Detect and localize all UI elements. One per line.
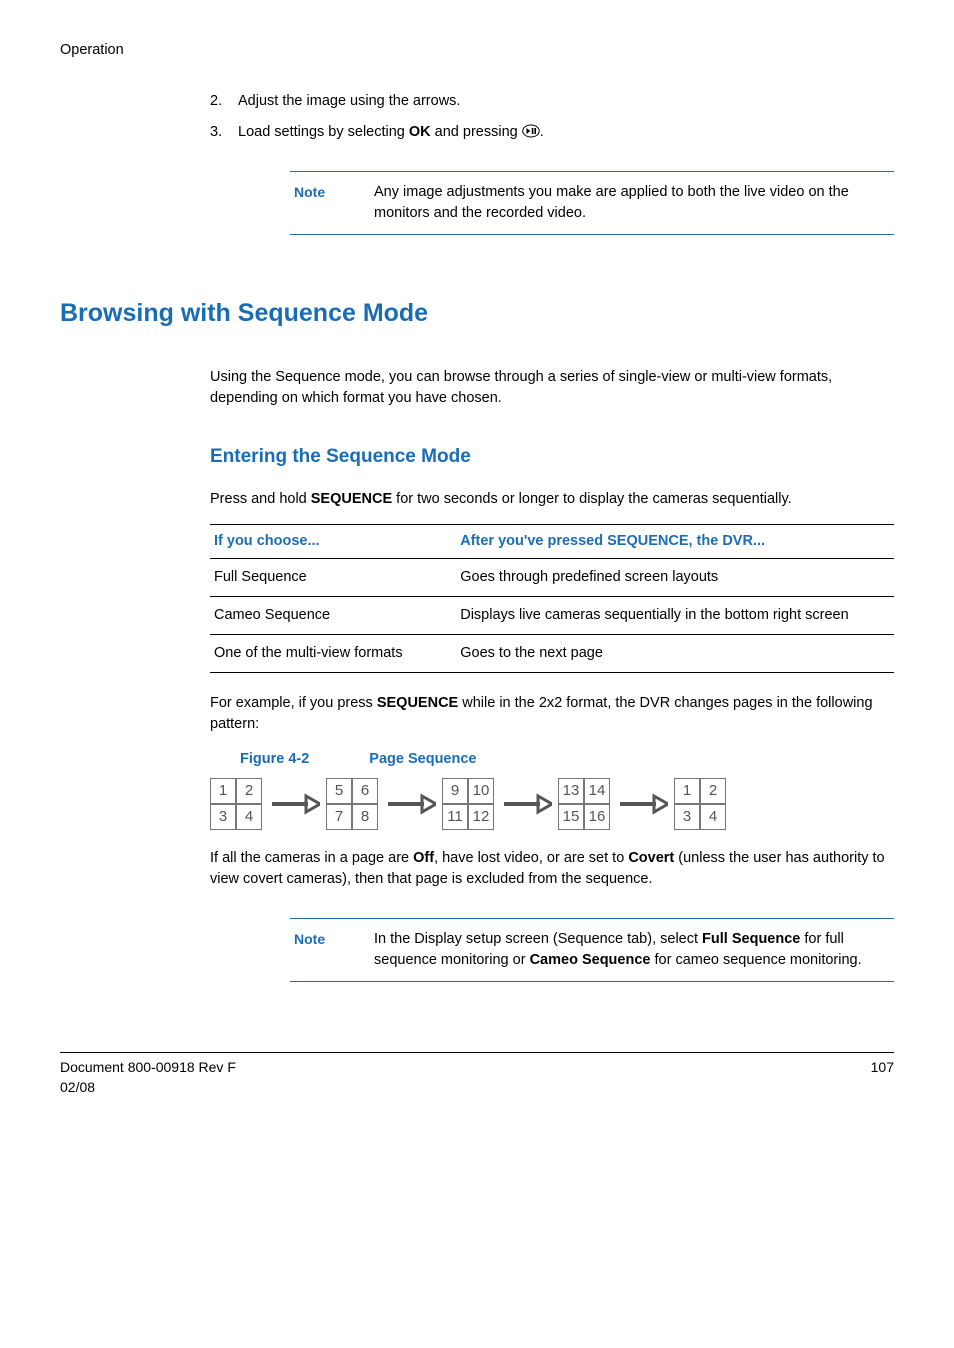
- example-pre: For example, if you press: [210, 695, 377, 711]
- grid-cell: 7: [326, 804, 352, 830]
- arrow-right-icon: [384, 789, 436, 819]
- note-1: Note Any image adjustments you make are …: [290, 171, 894, 235]
- off-para: If all the cameras in a page are Off, ha…: [210, 848, 894, 890]
- cell-r0c1: Goes through predefined screen layouts: [456, 558, 894, 596]
- note2-b2: Cameo Sequence: [530, 952, 651, 968]
- enter-post: for two seconds or longer to display the…: [392, 491, 792, 507]
- heading-browsing: Browsing with Sequence Mode: [60, 295, 894, 331]
- grid-cell: 14: [584, 778, 610, 804]
- grid-cell: 2: [236, 778, 262, 804]
- note-1-label: Note: [294, 182, 374, 224]
- enter-bold: SEQUENCE: [311, 491, 392, 507]
- grid-cell: 5: [326, 778, 352, 804]
- running-head: Operation: [60, 40, 894, 61]
- off-b1: Off: [413, 850, 434, 866]
- cell-r2c0: One of the multi-view formats: [210, 634, 456, 672]
- step-3-pre: Load settings by selecting: [238, 124, 409, 140]
- grid-cell: 3: [210, 804, 236, 830]
- cell-r1c1: Displays live cameras sequentially in th…: [456, 596, 894, 634]
- enter-pre: Press and hold: [210, 491, 311, 507]
- table-col2-header: After you've pressed SEQUENCE, the DVR..…: [456, 524, 894, 558]
- arrow-right-icon: [616, 789, 668, 819]
- note-1-text: Any image adjustments you make are appli…: [374, 182, 888, 224]
- step-3-post: and pressing: [431, 124, 522, 140]
- off-b2: Covert: [628, 850, 674, 866]
- sequence-table: If you choose... After you've pressed SE…: [210, 524, 894, 673]
- grid-2: 5 6 7 8: [326, 778, 378, 830]
- table-col1-header: If you choose...: [210, 524, 456, 558]
- footer-doc-id: Document 800-00918 Rev F: [60, 1057, 236, 1077]
- off-p1: If all the cameras in a page are: [210, 850, 413, 866]
- step-3-num: 3.: [210, 122, 238, 143]
- grid-cell: 16: [584, 804, 610, 830]
- note2-p1: In the Display setup screen (Sequence ta…: [374, 931, 702, 947]
- step-3-tail: .: [540, 124, 544, 140]
- table-row: One of the multi-view formats Goes to th…: [210, 634, 894, 672]
- step-3-bold: OK: [409, 124, 431, 140]
- grid-cell: 3: [674, 804, 700, 830]
- footer-left: Document 800-00918 Rev F 02/08: [60, 1057, 236, 1098]
- cell-r2c1: Goes to the next page: [456, 634, 894, 672]
- intro-para: Using the Sequence mode, you can browse …: [210, 367, 894, 409]
- grid-cell: 6: [352, 778, 378, 804]
- off-p2: , have lost video, or are set to: [434, 850, 628, 866]
- grid-cell: 1: [210, 778, 236, 804]
- grid-4: 13 14 15 16: [558, 778, 610, 830]
- figure-title: Page Sequence: [369, 751, 476, 767]
- grid-1: 1 2 3 4: [210, 778, 262, 830]
- note-2-text: In the Display setup screen (Sequence ta…: [374, 929, 888, 971]
- step-2-text: Adjust the image using the arrows.: [238, 91, 894, 112]
- table-row: Full Sequence Goes through predefined sc…: [210, 558, 894, 596]
- example-para: For example, if you press SEQUENCE while…: [210, 693, 894, 735]
- arrow-right-icon: [500, 789, 552, 819]
- page-footer: Document 800-00918 Rev F 02/08 107: [60, 1052, 894, 1098]
- grid-cell: 10: [468, 778, 494, 804]
- grid-cell: 1: [674, 778, 700, 804]
- enter-para: Press and hold SEQUENCE for two seconds …: [210, 489, 894, 510]
- grid-cell: 11: [442, 804, 468, 830]
- table-row: Cameo Sequence Displays live cameras seq…: [210, 596, 894, 634]
- grid-cell: 4: [700, 804, 726, 830]
- note-2: Note In the Display setup screen (Sequen…: [290, 918, 894, 982]
- grid-cell: 4: [236, 804, 262, 830]
- arrow-right-icon: [268, 789, 320, 819]
- play-pause-icon: [522, 124, 540, 138]
- grid-3: 9 10 11 12: [442, 778, 494, 830]
- step-2-num: 2.: [210, 91, 238, 112]
- step-3-text: Load settings by selecting OK and pressi…: [238, 122, 894, 143]
- step-3: 3. Load settings by selecting OK and pre…: [210, 122, 894, 143]
- heading-entering: Entering the Sequence Mode: [210, 443, 894, 471]
- note2-p3: for cameo sequence monitoring.: [650, 952, 861, 968]
- note-2-label: Note: [294, 929, 374, 971]
- grid-cell: 12: [468, 804, 494, 830]
- grid-5: 1 2 3 4: [674, 778, 726, 830]
- grid-cell: 13: [558, 778, 584, 804]
- footer-page-number: 107: [871, 1057, 894, 1098]
- figure-number: Figure 4-2: [240, 751, 309, 767]
- grid-cell: 2: [700, 778, 726, 804]
- cell-r0c0: Full Sequence: [210, 558, 456, 596]
- footer-date: 02/08: [60, 1077, 236, 1097]
- cell-r1c0: Cameo Sequence: [210, 596, 456, 634]
- figure-caption: Figure 4-2 Page Sequence: [240, 749, 894, 770]
- grid-cell: 8: [352, 804, 378, 830]
- step-2: 2. Adjust the image using the arrows.: [210, 91, 894, 112]
- grid-cell: 15: [558, 804, 584, 830]
- grid-cell: 9: [442, 778, 468, 804]
- example-bold: SEQUENCE: [377, 695, 458, 711]
- page-sequence-diagram: 1 2 3 4 5 6 7 8 9 10 11 12 13 14 15 16 1: [210, 778, 894, 830]
- note2-b1: Full Sequence: [702, 931, 800, 947]
